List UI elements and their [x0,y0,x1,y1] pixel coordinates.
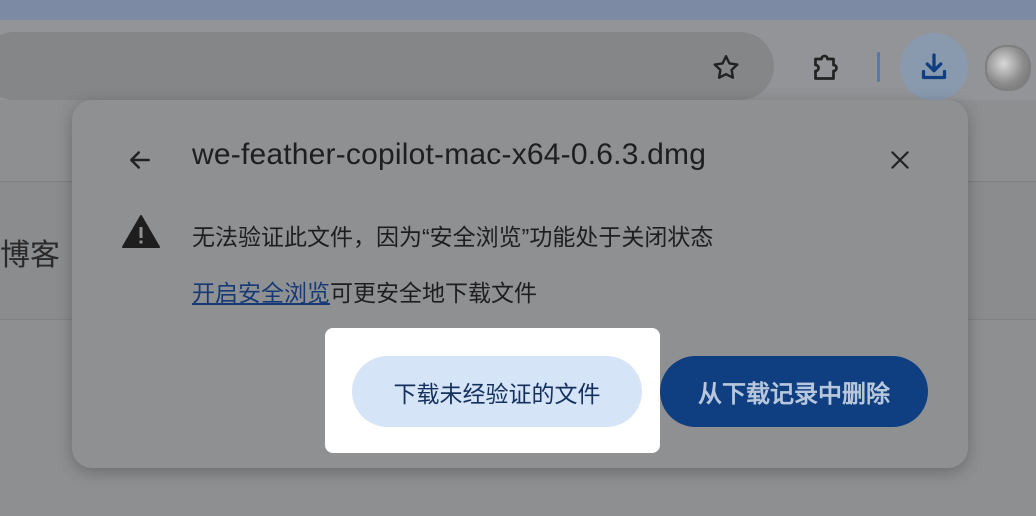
toolbar-separator [877,52,880,82]
delete-from-history-button[interactable]: 从下载记录中删除 [660,356,928,427]
warning-triangle-icon [121,214,161,250]
close-icon[interactable] [880,140,920,180]
download-filename: we-feather-copilot-mac-x64-0.6.3.dmg [192,138,707,171]
address-bar[interactable] [0,32,774,100]
bookmark-star-icon[interactable] [706,48,746,88]
profile-avatar[interactable] [985,45,1031,91]
back-arrow-icon[interactable] [120,140,160,180]
safe-browsing-hint: 开启安全浏览可更安全地下载文件 [192,274,537,308]
page-partial-text: 博客 [0,239,60,272]
window-top-strip [0,0,1036,20]
download-unverified-file-button[interactable]: 下载未经验证的文件 [352,356,642,427]
downloads-button[interactable] [900,33,968,101]
warning-message: 无法验证此文件，因为“安全浏览”功能处于关闭状态 [192,224,714,250]
enable-safe-browsing-link[interactable]: 开启安全浏览 [192,280,330,306]
extensions-puzzle-icon[interactable] [804,46,848,90]
safe-browsing-hint-suffix: 可更安全地下载文件 [330,280,537,306]
download-icon [921,53,947,80]
